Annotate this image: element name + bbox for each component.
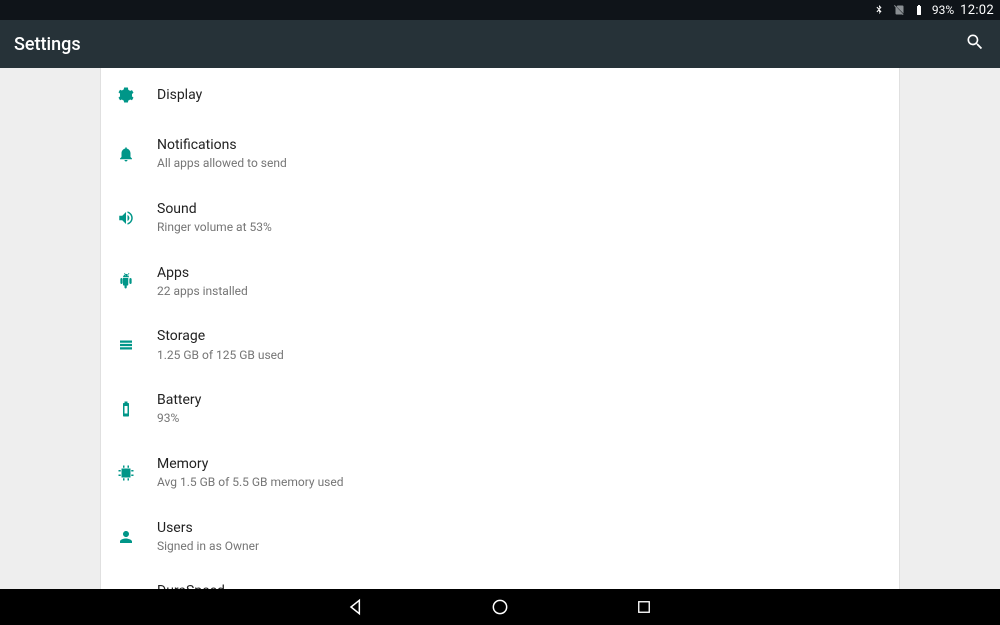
battery-icon	[912, 3, 926, 17]
settings-item-title: Users	[157, 519, 259, 537]
settings-item-sub: Signed in as Owner	[157, 539, 259, 555]
memory-icon	[117, 464, 157, 482]
app-bar: Settings	[0, 20, 1000, 68]
navigation-bar	[0, 589, 1000, 625]
bluetooth-icon	[872, 3, 886, 17]
settings-item-title: Storage	[157, 327, 284, 345]
settings-list: Display Notifications All apps allowed t…	[100, 68, 900, 589]
settings-item-sub: Avg 1.5 GB of 5.5 GB memory used	[157, 475, 344, 491]
settings-item-title: Memory	[157, 455, 344, 473]
no-sim-icon	[892, 3, 906, 17]
battery-icon	[117, 400, 157, 418]
clock: 12:02	[960, 3, 994, 18]
content-area: Display Notifications All apps allowed t…	[0, 68, 1000, 589]
volume-icon	[117, 209, 157, 227]
settings-item-display[interactable]: Display	[101, 68, 899, 122]
settings-item-sub: 1.25 GB of 125 GB used	[157, 348, 284, 364]
settings-item-notifications[interactable]: Notifications All apps allowed to send	[101, 122, 899, 186]
settings-item-users[interactable]: Users Signed in as Owner	[101, 505, 899, 569]
recents-button[interactable]	[632, 595, 656, 619]
status-bar: 93% 12:02	[0, 0, 1000, 20]
settings-item-memory[interactable]: Memory Avg 1.5 GB of 5.5 GB memory used	[101, 441, 899, 505]
page-title: Settings	[14, 34, 81, 55]
recents-icon	[635, 598, 653, 616]
settings-item-title: Sound	[157, 200, 272, 218]
search-button[interactable]	[964, 33, 986, 55]
storage-icon	[117, 336, 157, 354]
settings-item-storage[interactable]: Storage 1.25 GB of 125 GB used	[101, 313, 899, 377]
settings-item-sub: 22 apps installed	[157, 284, 248, 300]
settings-item-title: Battery	[157, 391, 201, 409]
search-icon	[965, 32, 985, 56]
android-icon	[117, 272, 157, 290]
display-icon	[117, 86, 157, 104]
settings-item-sound[interactable]: Sound Ringer volume at 53%	[101, 186, 899, 250]
settings-item-sub: 93%	[157, 411, 201, 427]
home-icon	[490, 597, 510, 617]
settings-item-title: Apps	[157, 264, 248, 282]
settings-item-duraspeed[interactable]: DuraSpeed OFF	[101, 568, 899, 589]
settings-item-title: Display	[157, 86, 202, 104]
settings-item-title: Notifications	[157, 136, 287, 154]
settings-item-battery[interactable]: Battery 93%	[101, 377, 899, 441]
settings-item-sub: All apps allowed to send	[157, 156, 287, 172]
back-icon	[346, 597, 366, 617]
bell-icon	[117, 145, 157, 163]
settings-item-sub: Ringer volume at 53%	[157, 220, 272, 236]
battery-percent: 93%	[932, 3, 954, 17]
person-icon	[117, 528, 157, 546]
home-button[interactable]	[488, 595, 512, 619]
settings-item-apps[interactable]: Apps 22 apps installed	[101, 250, 899, 314]
back-button[interactable]	[344, 595, 368, 619]
